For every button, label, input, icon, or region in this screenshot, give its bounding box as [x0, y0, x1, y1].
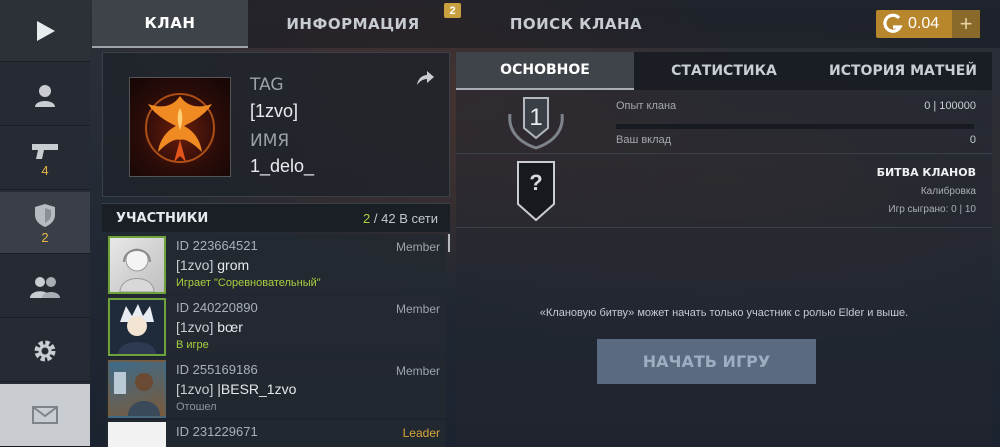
user-icon [35, 84, 55, 107]
currency-amount: 0.04 [908, 15, 940, 32]
member-name: [1zvo] |BESR_1zvo [176, 381, 296, 397]
start-game-button[interactable]: НАЧАТЬ ИГРУ [597, 339, 816, 384]
play-icon [37, 20, 55, 41]
nav-friends[interactable] [0, 256, 90, 318]
nav-settings[interactable] [0, 320, 90, 382]
member-id: ID 240220890 [176, 300, 258, 315]
total-count: / 42 В сети [373, 210, 438, 226]
shield-icon [35, 203, 55, 227]
clan-emblem [129, 77, 231, 177]
member-clan-tag: [1zvo] [176, 319, 214, 335]
friends-icon [30, 276, 60, 298]
share-icon[interactable] [415, 69, 435, 87]
tab-clan[interactable]: КЛАН [92, 0, 248, 48]
member-avatar [108, 298, 166, 356]
clan-name-value: 1_delo_ [250, 156, 315, 176]
clan-info-card: TAG [1zvo] ИМЯ 1_delo_ [102, 52, 450, 197]
member-role: Leader [402, 426, 440, 440]
tab-overview[interactable]: ОСНОВНОЕ [456, 52, 634, 90]
battle-games: Игр сыграно: 0 | 10 [888, 204, 976, 215]
member-role: Member [395, 364, 440, 378]
member-avatar [108, 236, 166, 294]
nav-play[interactable] [0, 0, 90, 62]
member-id: ID 231229671 [176, 424, 258, 439]
phoenix-emblem-icon [145, 93, 215, 163]
member-nick: |BESR_1zvo [217, 381, 297, 397]
member-id: ID 255169186 [176, 362, 258, 377]
member-id: ID 223664521 [176, 238, 258, 253]
member-row[interactable]: ID 255169186 [1zvo] |BESR_1zvo Отошел Me… [106, 358, 446, 418]
member-status: Играет "Соревновательный" [176, 277, 321, 289]
left-nav: 4 2 [0, 0, 90, 447]
clan-details-panel: ОСНОВНОЕ СТАТИСТИКА ИСТОРИЯ МАТЧЕЙ 1 Опы… [456, 52, 992, 447]
member-status: Отошел [176, 401, 217, 413]
members-online-count: 2 / 42 В сети [363, 211, 438, 226]
coin-icon [883, 13, 903, 33]
gear-icon [34, 340, 56, 361]
tab-clan-search[interactable]: ПОИСК КЛАНА [458, 0, 694, 48]
member-clan-tag: [1zvo] [176, 257, 214, 273]
member-name: [1zvo] grom [176, 257, 249, 273]
anime-girl-avatar-icon [119, 248, 155, 293]
xp-value: 0 | 100000 [924, 100, 976, 112]
member-role: Member [395, 302, 440, 316]
member-nick: bœr [217, 319, 243, 335]
xp-progress-bar [616, 124, 974, 129]
weapons-badge: 4 [41, 162, 49, 178]
member-nick: grom [217, 257, 250, 273]
mail-icon [32, 406, 58, 424]
add-currency-button[interactable]: + [952, 10, 980, 38]
members-scrollbar[interactable] [448, 234, 450, 252]
online-count: 2 [363, 210, 371, 226]
top-tabs: КЛАН ИНФОРМАЦИЯ 2 ПОИСК КЛАНА [92, 0, 1000, 48]
nav-weapons[interactable]: 4 [0, 128, 90, 190]
battle-title: БИТВА КЛАНОВ [876, 166, 976, 179]
member-avatar [108, 360, 166, 418]
member-row[interactable]: ID 223664521 [1zvo] grom Играет "Соревно… [106, 234, 446, 294]
contribution-value: 0 [969, 134, 976, 146]
member-row[interactable]: ID 240220890 [1zvo] bœr В игре Member [106, 296, 446, 356]
tab-statistics[interactable]: СТАТИСТИКА [634, 52, 814, 90]
clan-rank: 1 [529, 104, 543, 131]
xp-label: Опыт клана [616, 100, 677, 112]
clan-tag-label: TAG [250, 75, 284, 95]
clan-badge: 2 [41, 229, 49, 245]
nav-mail[interactable] [0, 384, 90, 447]
nav-clan[interactable]: 2 [0, 192, 90, 254]
members-title: УЧАСТНИКИ [116, 210, 209, 226]
pistol-icon [32, 143, 58, 159]
anime-boy-avatar-icon [118, 304, 156, 354]
tab-info-label: ИНФОРМАЦИЯ [286, 15, 420, 33]
battle-rank: ? [529, 170, 543, 195]
tab-match-history[interactable]: ИСТОРИЯ МАТЧЕЙ [814, 52, 992, 90]
tab-info[interactable]: ИНФОРМАЦИЯ [248, 0, 458, 48]
photo-avatar-icon [114, 372, 160, 416]
members-header: УЧАСТНИКИ 2 / 42 В сети [102, 203, 450, 232]
battle-status: Калибровка [920, 186, 976, 197]
clan-name-label: ИМЯ [250, 131, 290, 151]
nav-profile[interactable] [0, 64, 90, 126]
member-name: [1zvo] bœr [176, 319, 243, 335]
contribution-label: Ваш вклад [616, 134, 672, 146]
member-row[interactable]: ID 231229671 Leader [106, 420, 446, 447]
member-role: Member [395, 240, 440, 254]
battle-notice: «Клановую битву» может начать только уча… [539, 307, 909, 319]
currency-display: 0.04 + [876, 10, 980, 38]
member-status: В игре [176, 339, 209, 351]
member-clan-tag: [1zvo] [176, 381, 214, 397]
member-avatar [108, 422, 166, 447]
detail-tabs: ОСНОВНОЕ СТАТИСТИКА ИСТОРИЯ МАТЧЕЙ [456, 52, 992, 90]
clan-tag-value: [1zvo] [250, 101, 299, 121]
